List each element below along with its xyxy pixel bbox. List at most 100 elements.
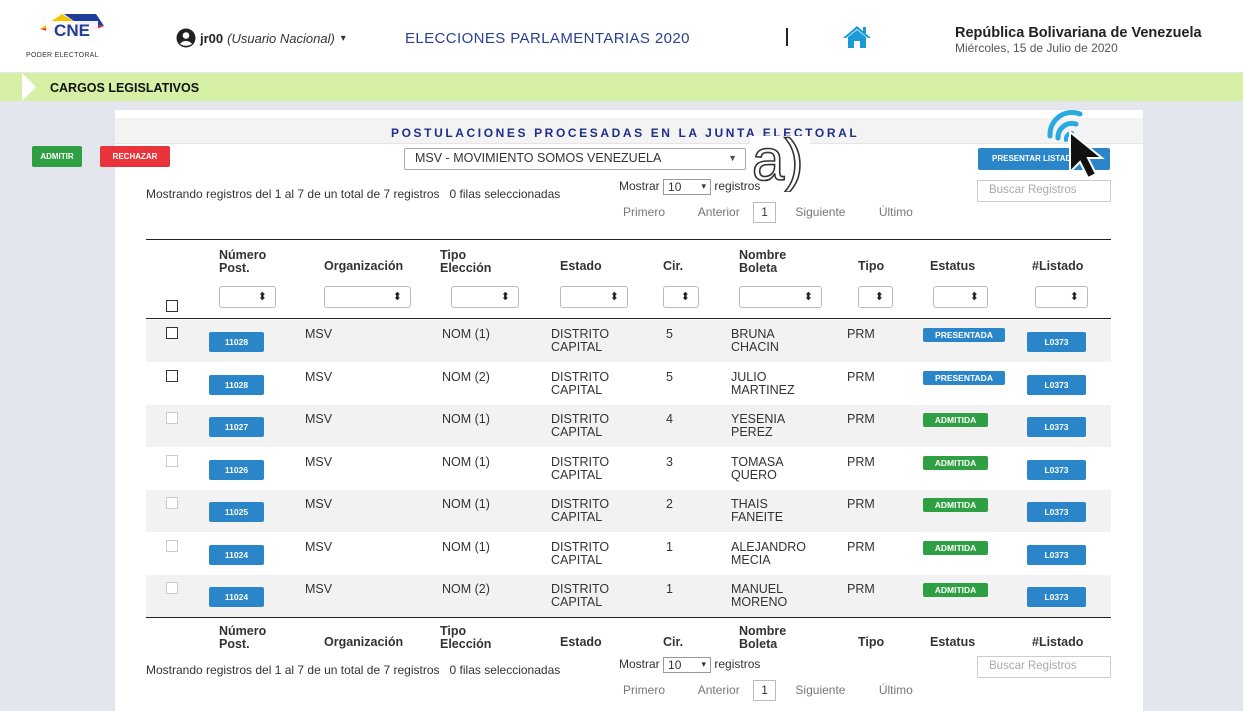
column-header-cir[interactable]: Cir. (663, 636, 683, 649)
user-caret-icon: ▾ (340, 32, 346, 44)
election-title: ELECCIONES PARLAMENTARIAS 2020 (405, 30, 690, 47)
column-header-nombre[interactable]: Nombre Boleta (739, 249, 786, 275)
cell-organization: MSV (305, 369, 333, 384)
breadcrumb-label[interactable]: CARGOS LEGISLATIVOS (50, 81, 199, 95)
row-checkbox[interactable] (166, 539, 178, 552)
listado-button[interactable]: L0373 (1027, 332, 1086, 352)
pager-page[interactable]: 1 (753, 202, 777, 223)
postulation-number-button[interactable]: 11028 (209, 332, 264, 352)
column-header-tipo_elec[interactable]: Tipo Elección (440, 249, 491, 275)
country-name: República Bolivariana de Venezuela (955, 25, 1202, 41)
column-header-estado[interactable]: Estado (560, 636, 602, 649)
cell-tipo-eleccion: NOM (1) (442, 327, 490, 341)
pager-first[interactable]: Primero (623, 683, 665, 697)
postulation-number-button[interactable]: 11026 (209, 459, 264, 480)
row-checkbox[interactable] (166, 327, 178, 339)
sort-arrows-icon: ⬍ (874, 291, 884, 303)
pager-prev[interactable]: Anterior (698, 205, 740, 219)
admit-button[interactable]: ADMITIR (32, 146, 82, 167)
filter-org[interactable]: ⬍ (324, 286, 411, 308)
column-header-num[interactable]: Número Post. (219, 625, 266, 651)
cell-nombre-boleta: ALEJANDRO MECIA (731, 539, 807, 567)
column-header-tipo_elec[interactable]: Tipo Elección (440, 625, 491, 651)
row-checkbox[interactable] (166, 454, 178, 467)
postulation-number-button[interactable]: 11024 (209, 544, 264, 565)
pager-next[interactable]: Siguiente (795, 205, 845, 219)
column-header-estatus[interactable]: Estatus (930, 636, 975, 649)
filter-cir[interactable]: ⬍ (663, 286, 699, 308)
column-header-listado[interactable]: #Listado (1032, 260, 1083, 273)
table-info-bottom: Mostrando registros del 1 al 7 de un tot… (146, 663, 561, 677)
pager-last[interactable]: Último (879, 205, 913, 219)
column-header-nombre[interactable]: Nombre Boleta (739, 625, 786, 651)
postulation-number-button[interactable]: 11025 (209, 502, 264, 522)
table-row: 11028 MSV NOM (1) DISTRITO CAPITAL 5 BRUNA CH… (146, 320, 1111, 362)
postulation-number-button[interactable]: 11024 (209, 587, 264, 607)
breadcrumb: CARGOS LEGISLATIVOS (0, 73, 1243, 101)
row-checkbox[interactable] (166, 497, 178, 509)
table-row: 11027 MSV NOM (1) DISTRITO CAPITAL 4 YESENIA … (146, 405, 1111, 447)
filter-num[interactable]: ⬍ (219, 286, 276, 308)
listado-button[interactable]: L0373 (1027, 544, 1086, 565)
pager-page[interactable]: 1 (753, 680, 777, 701)
reject-button[interactable]: RECHAZAR (100, 146, 170, 167)
column-header-estado[interactable]: Estado (560, 260, 602, 273)
postulation-number-button[interactable]: 11028 (209, 374, 264, 395)
cell-nombre-boleta: BRUNA CHACIN (731, 327, 779, 354)
listado-button[interactable]: L0373 (1027, 502, 1086, 522)
table-foot-border (146, 617, 1111, 618)
sort-arrows-icon: ⬍ (969, 291, 979, 303)
row-checkbox[interactable] (166, 369, 178, 382)
filter-tipo_elec[interactable]: ⬍ (451, 286, 519, 308)
column-header-listado[interactable]: #Listado (1032, 636, 1083, 649)
listado-button[interactable]: L0373 (1027, 374, 1086, 395)
pager-last[interactable]: Último (879, 683, 913, 697)
column-header-tipo[interactable]: Tipo (858, 636, 884, 649)
search-input[interactable]: Buscar Registros (977, 180, 1111, 202)
table-body-border (146, 318, 1111, 319)
pager-next[interactable]: Siguiente (795, 683, 845, 697)
cell-tipo-eleccion: NOM (1) (442, 539, 490, 554)
filter-listado[interactable]: ⬍ (1035, 286, 1088, 308)
pager-prev[interactable]: Anterior (698, 683, 740, 697)
cell-organization: MSV (305, 412, 333, 426)
cell-nombre-boleta: TOMASA QUERO (731, 454, 784, 482)
column-header-cir[interactable]: Cir. (663, 260, 683, 273)
status-badge: ADMITIDA (923, 540, 988, 555)
status-badge: PRESENTADA (923, 370, 1005, 385)
column-header-org[interactable]: Organización (324, 260, 403, 273)
filter-tipo[interactable]: ⬍ (858, 286, 893, 308)
row-checkbox[interactable] (166, 412, 178, 424)
cne-logo[interactable]: CNE PODER ELECTORAL (26, 12, 116, 64)
filter-estado[interactable]: ⬍ (560, 286, 628, 308)
table-row: 11026 MSV NOM (1) DISTRITO CAPITAL 3 TOMASA Q… (146, 448, 1111, 490)
search-input-bottom[interactable]: Buscar Registros (977, 656, 1111, 678)
user-menu[interactable]: jr00 (Usuario Nacional) ▾ (176, 28, 346, 48)
page-length-select[interactable]: 10 ▾ (663, 179, 712, 195)
user-name: jr00 (200, 30, 224, 46)
select-all-checkbox[interactable] (166, 300, 178, 312)
pagination-top: Primero Anterior 1 Siguiente Último (623, 202, 913, 223)
listado-button[interactable]: L0373 (1027, 587, 1086, 607)
row-checkbox[interactable] (166, 582, 178, 594)
page-length-select-bottom[interactable]: 10 ▾ (663, 657, 712, 673)
table-top-border (146, 239, 1111, 240)
table-info-top: Mostrando registros del 1 al 7 de un tot… (146, 187, 561, 201)
logo-text: CNE (54, 21, 90, 40)
postulation-number-button[interactable]: 11027 (209, 417, 264, 437)
filter-nombre[interactable]: ⬍ (739, 286, 822, 308)
column-header-estatus[interactable]: Estatus (930, 260, 975, 273)
annotation-label: a) (750, 128, 810, 192)
cell-nombre-boleta: THAIS FANEITE (731, 497, 784, 524)
listado-button[interactable]: L0373 (1027, 417, 1086, 437)
organization-selected: MSV - MOVIMIENTO SOMOS VENEZUELA (415, 151, 662, 165)
column-header-num[interactable]: Número Post. (219, 249, 266, 275)
column-header-org[interactable]: Organización (324, 636, 403, 649)
column-header-tipo[interactable]: Tipo (858, 260, 884, 273)
filter-estatus[interactable]: ⬍ (933, 286, 988, 308)
listado-button[interactable]: L0373 (1027, 459, 1086, 480)
pager-first[interactable]: Primero (623, 205, 665, 219)
home-icon[interactable] (842, 25, 872, 49)
organization-select[interactable]: MSV - MOVIMIENTO SOMOS VENEZUELA ▼ (404, 148, 746, 170)
sort-arrows-icon: ⬍ (803, 291, 813, 303)
